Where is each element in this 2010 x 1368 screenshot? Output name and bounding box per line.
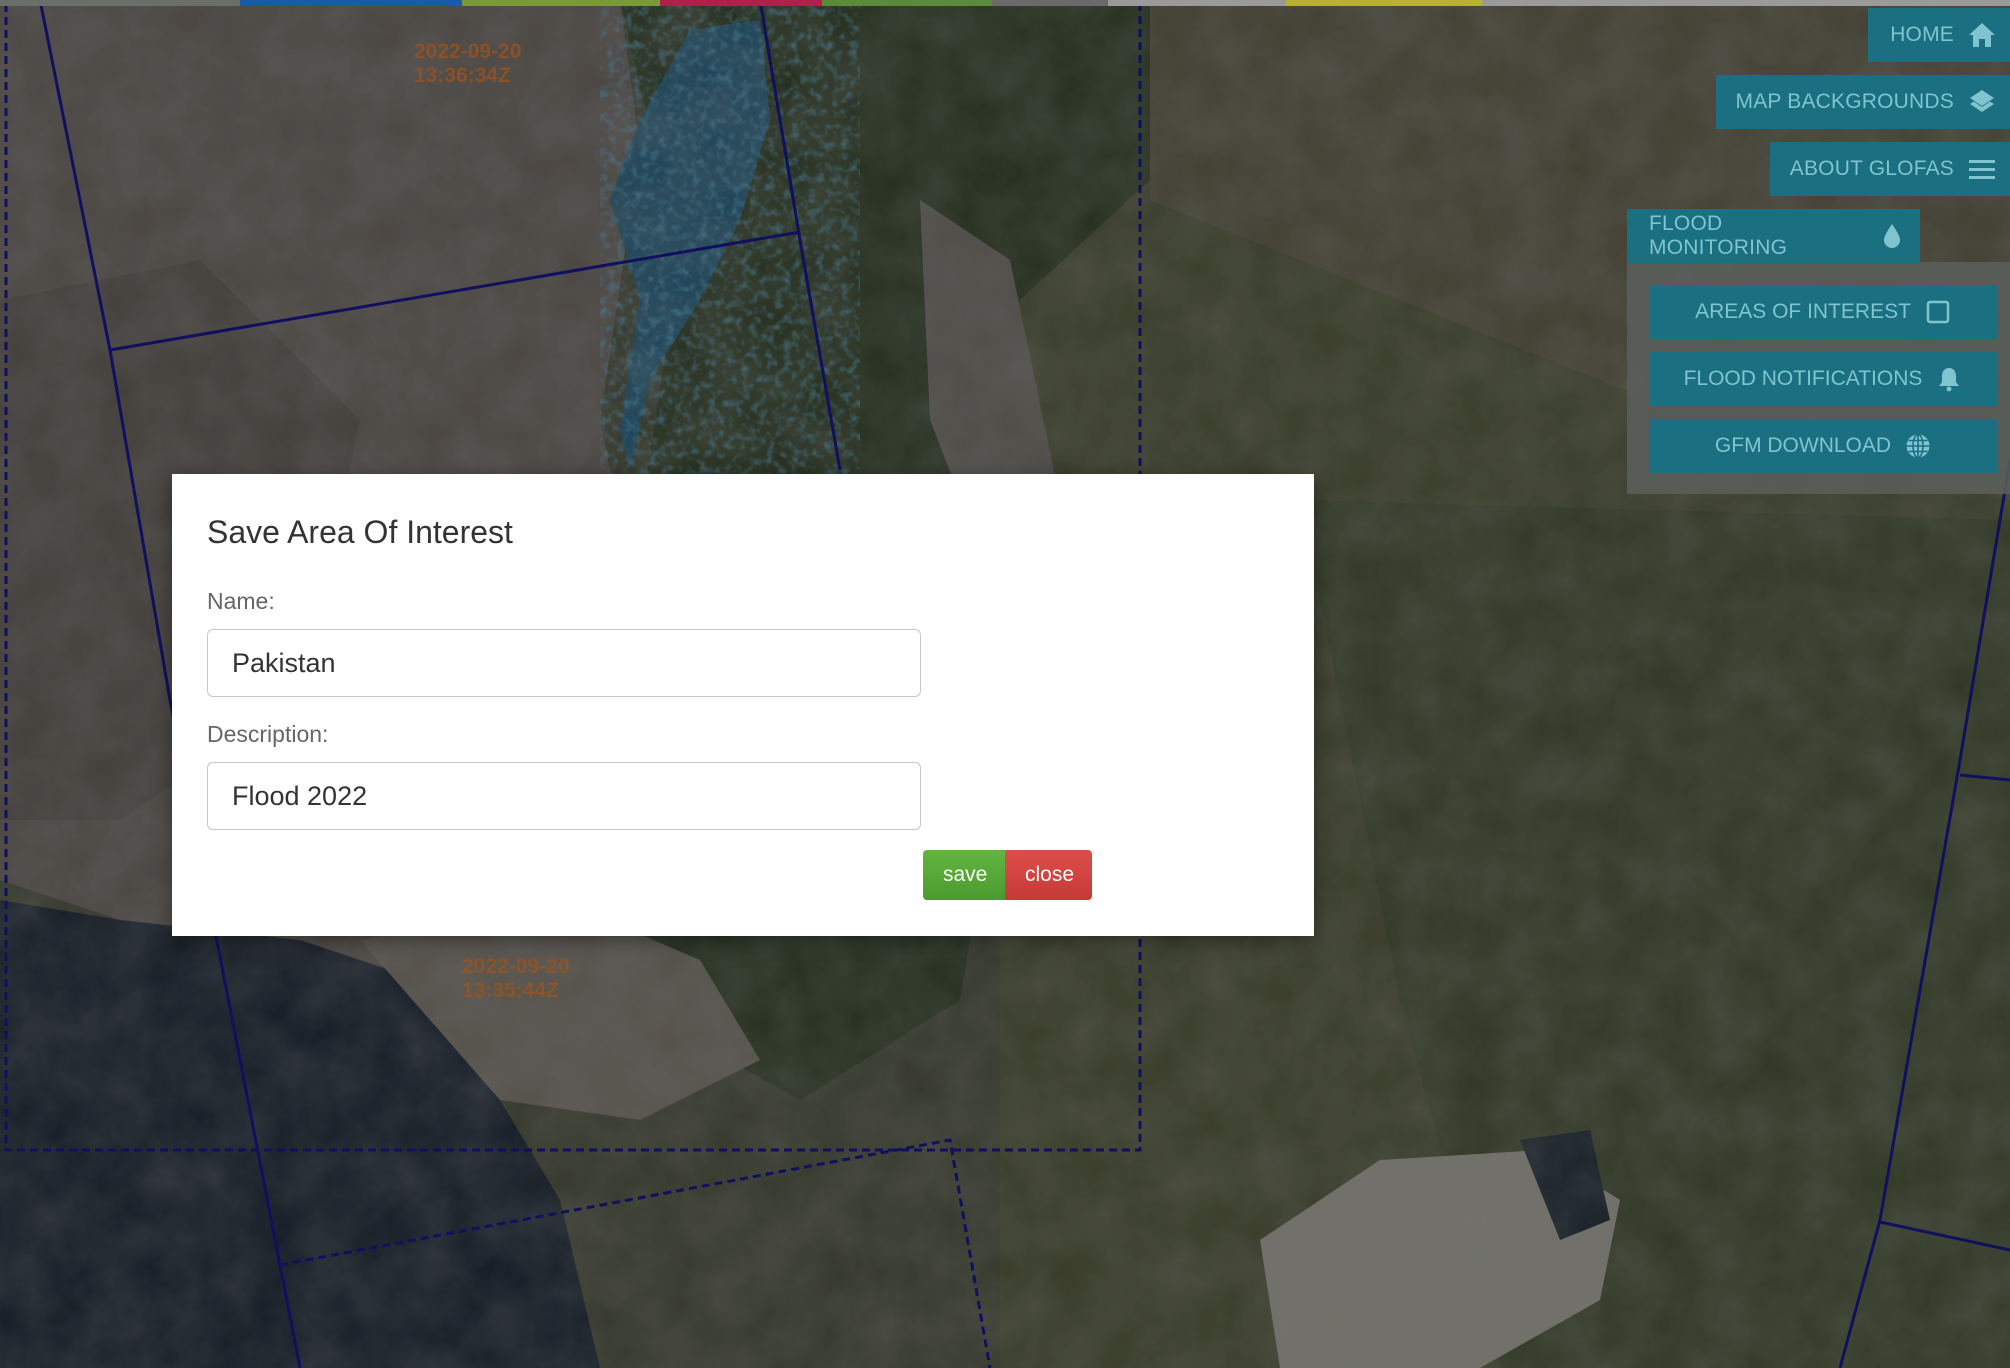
bell-icon <box>1936 366 1962 392</box>
map-backgrounds-label: MAP BACKGROUNDS <box>1735 90 1954 113</box>
layers-icon <box>1968 88 1996 116</box>
dialog-actions: save close <box>923 850 1092 900</box>
flood-monitoring-button[interactable]: FLOOD MONITORING <box>1627 209 1920 263</box>
description-input[interactable] <box>207 762 921 830</box>
timestamp-label-1: 2022-09-20 13:36:34Z <box>414 40 522 87</box>
home-icon <box>1968 21 1996 49</box>
name-input[interactable] <box>207 629 921 697</box>
save-button[interactable]: save <box>923 850 1005 900</box>
flood-notifications-label: FLOOD NOTIFICATIONS <box>1683 367 1923 390</box>
name-label: Name: <box>207 588 275 614</box>
globe-icon <box>1905 433 1931 459</box>
timestamp-label-2: 2022-09-20 13:35:44Z <box>462 955 570 1002</box>
description-label: Description: <box>207 721 329 747</box>
drop-icon <box>1878 222 1906 250</box>
home-label: HOME <box>1890 23 1954 46</box>
gfm-download-button[interactable]: GFM DOWNLOAD <box>1649 419 1997 473</box>
about-glofas-button[interactable]: ABOUT GLOFAS <box>1770 142 2010 196</box>
areas-of-interest-label: AREAS OF INTEREST <box>1695 300 1911 323</box>
dialog-title: Save Area Of Interest <box>207 514 513 550</box>
save-aoi-dialog: Save Area Of Interest Name: Description:… <box>172 474 1314 936</box>
flood-monitoring-label: FLOOD MONITORING <box>1649 212 1788 259</box>
map-backgrounds-button[interactable]: MAP BACKGROUNDS <box>1716 75 2010 129</box>
flood-notifications-button[interactable]: FLOOD NOTIFICATIONS <box>1649 352 1997 406</box>
close-button[interactable]: close <box>1005 850 1092 900</box>
about-glofas-label: ABOUT GLOFAS <box>1789 157 1954 180</box>
top-color-strip <box>0 0 2010 6</box>
areas-of-interest-button[interactable]: AREAS OF INTEREST <box>1649 285 1997 339</box>
square-icon <box>1925 299 1951 325</box>
hamburger-icon <box>1968 155 1996 183</box>
home-button[interactable]: HOME <box>1868 8 2010 62</box>
gfm-download-label: GFM DOWNLOAD <box>1714 434 1892 457</box>
